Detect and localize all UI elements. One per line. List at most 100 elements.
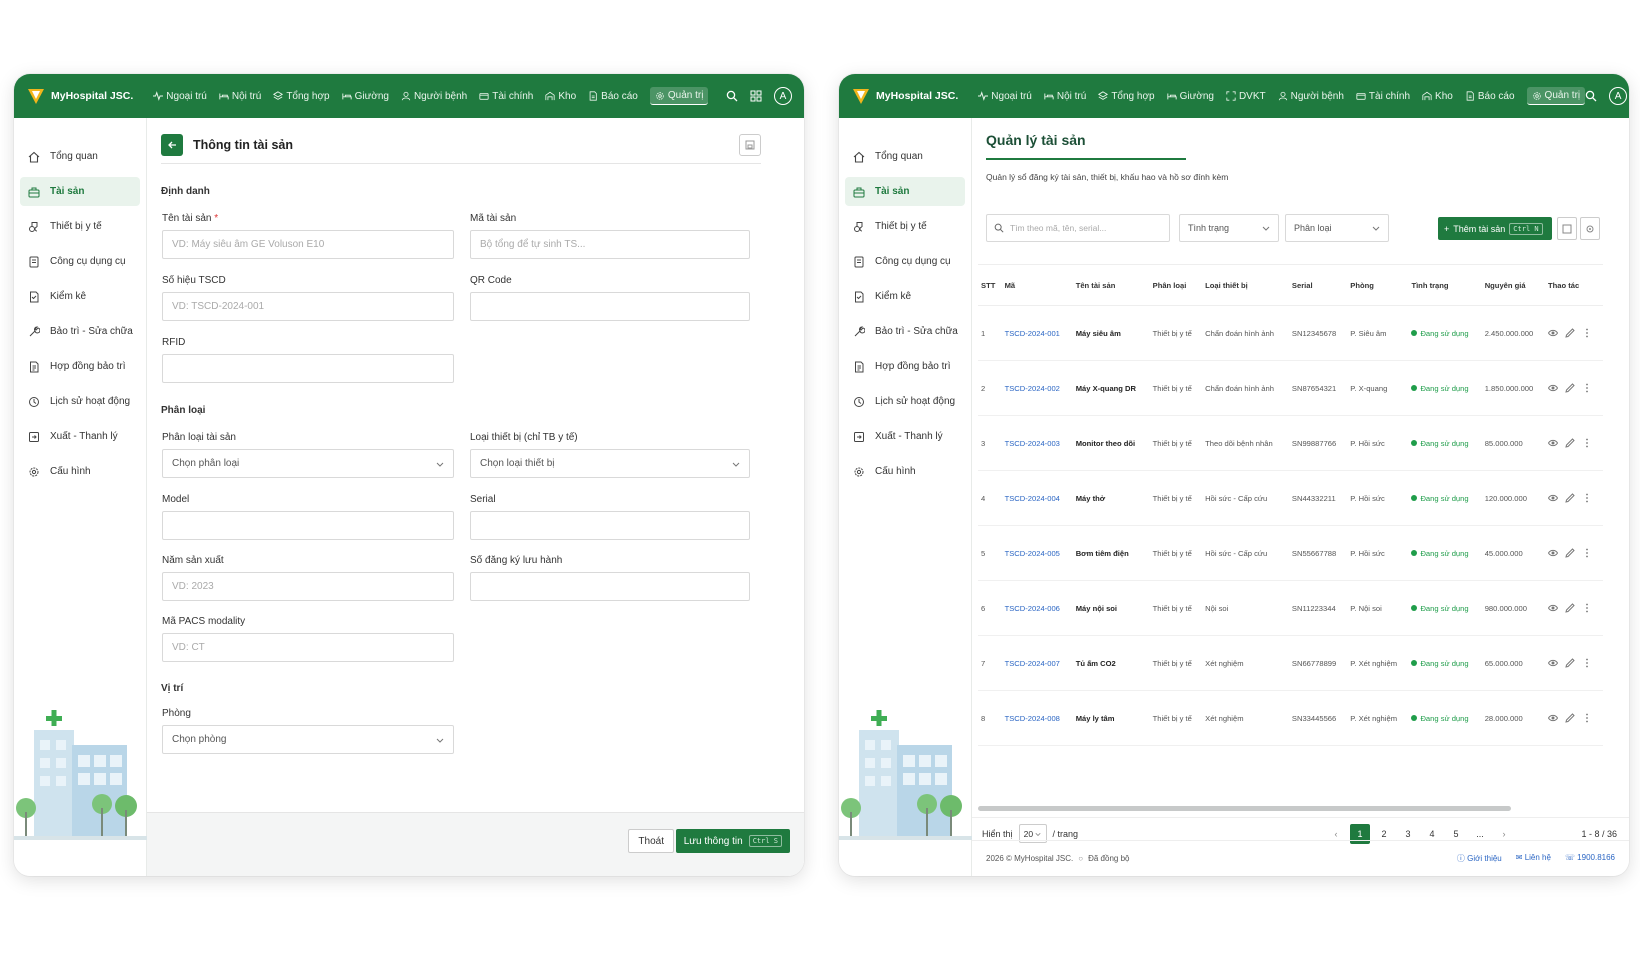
edit-pencil-icon[interactable] [1565, 603, 1575, 613]
status-filter[interactable]: Tình trạng [1179, 214, 1279, 242]
device-type-select[interactable]: Chọn loại thiết bị [470, 449, 750, 478]
sidebar-item[interactable]: Công cụ dụng cụ [845, 247, 965, 276]
sidebar-item[interactable]: Xuất - Thanh lý [20, 422, 140, 451]
sidebar-item[interactable]: Tổng quan [845, 142, 965, 171]
manufacture-year-input[interactable]: VD: 2023 [162, 572, 454, 601]
save-draft-button[interactable] [739, 134, 761, 156]
more-vertical-icon[interactable] [1582, 603, 1592, 613]
sidebar-item[interactable]: Hợp đồng bảo trì [20, 352, 140, 381]
class-filter[interactable]: Phân loại [1285, 214, 1389, 242]
sidebar-item[interactable]: Bảo trì - Sửa chữa [845, 317, 965, 346]
search-input[interactable]: Tìm theo mã, tên, serial... [986, 214, 1170, 242]
more-vertical-icon[interactable] [1582, 438, 1592, 448]
more-vertical-icon[interactable] [1582, 713, 1592, 723]
contact-link[interactable]: ✉ Liên hệ [1516, 853, 1551, 864]
table-row[interactable]: 7 TSCD-2024-007 Tủ ấm CO2 Thiết bị y tế Xét … [978, 635, 1603, 691]
asset-class-select[interactable]: Chọn phân loại [162, 449, 454, 478]
table-row[interactable]: 3 TSCD-2024-003 Monitor theo dõi Thiết bị y… [978, 415, 1603, 471]
column-header[interactable]: Loại thiết bị [1202, 264, 1289, 306]
model-input[interactable] [162, 511, 454, 540]
more-vertical-icon[interactable] [1582, 328, 1592, 338]
nav-item[interactable]: Báo cáo [1465, 91, 1515, 102]
view-eye-icon[interactable] [1547, 328, 1558, 338]
sidebar-item[interactable]: Lịch sử hoạt động [20, 387, 140, 416]
edit-pencil-icon[interactable] [1565, 383, 1575, 393]
qr-code-input[interactable] [470, 292, 750, 321]
nav-item[interactable]: Giường [1166, 91, 1214, 102]
column-header[interactable]: Nguyên giá [1481, 264, 1545, 306]
asset-name-input[interactable]: VD: Máy siêu âm GE Voluson E10 [162, 230, 454, 259]
avatar[interactable]: A [774, 87, 792, 105]
nav-item[interactable]: Giường [341, 91, 389, 102]
table-row[interactable]: 2 TSCD-2024-002 Máy X-quang DR Thiết bị y t… [978, 360, 1603, 416]
sidebar-item[interactable]: Lịch sử hoạt động [845, 387, 965, 416]
edit-pencil-icon[interactable] [1565, 548, 1575, 558]
sidebar-item[interactable]: Hợp đồng bảo trì [845, 352, 965, 381]
table-row[interactable]: 8 TSCD-2024-008 Máy ly tâm Thiết bị y tế Xét… [978, 690, 1603, 746]
nav-item[interactable]: Quản trị [1526, 87, 1586, 105]
nav-item[interactable]: Tổng hợp [1098, 91, 1155, 102]
save-button[interactable]: Lưu thông tin Ctrl S [675, 829, 790, 853]
column-header[interactable]: Tình trạng [1408, 264, 1482, 306]
edit-pencil-icon[interactable] [1565, 493, 1575, 503]
search-icon[interactable] [1585, 90, 1597, 102]
view-eye-icon[interactable] [1547, 493, 1558, 503]
more-vertical-icon[interactable] [1582, 383, 1592, 393]
nav-item[interactable]: Tổng hợp [273, 91, 330, 102]
table-row[interactable]: 5 TSCD-2024-005 Bơm tiêm điện Thiết bị y tế… [978, 525, 1603, 581]
sidebar-item[interactable]: Thiết bị y tế [845, 212, 965, 241]
search-icon[interactable] [726, 90, 738, 102]
view-eye-icon[interactable] [1547, 548, 1558, 558]
view-eye-icon[interactable] [1547, 603, 1558, 613]
nav-item[interactable]: Quản trị [649, 87, 709, 105]
nav-item[interactable]: Kho [1422, 91, 1453, 102]
settings-button[interactable] [1580, 217, 1600, 240]
sidebar-item[interactable]: Tài sản [845, 177, 965, 206]
view-eye-icon[interactable] [1547, 438, 1558, 448]
asset-code-link[interactable]: TSCD-2024-002 [1001, 360, 1073, 416]
nav-item[interactable]: Ngoại trú [153, 91, 207, 102]
nav-item[interactable]: Ngoại trú [978, 91, 1032, 102]
sidebar-item[interactable]: Cấu hình [845, 457, 965, 486]
more-vertical-icon[interactable] [1582, 548, 1592, 558]
more-vertical-icon[interactable] [1582, 493, 1592, 503]
column-header[interactable]: Thao tác [1544, 264, 1603, 306]
registration-input[interactable] [470, 572, 750, 601]
view-eye-icon[interactable] [1547, 658, 1558, 668]
nav-item[interactable]: Tài chính [1356, 91, 1410, 102]
asset-code-link[interactable]: TSCD-2024-005 [1001, 525, 1073, 581]
brand-logo[interactable]: MyHospital JSC. [26, 86, 133, 106]
nav-item[interactable]: Người bệnh [401, 91, 467, 102]
sidebar-item[interactable]: Tổng quan [20, 142, 140, 171]
asset-code-link[interactable]: TSCD-2024-008 [1001, 690, 1073, 746]
nav-item[interactable]: DVKT [1226, 91, 1266, 102]
more-vertical-icon[interactable] [1582, 658, 1592, 668]
asset-code-link[interactable]: TSCD-2024-003 [1001, 415, 1073, 471]
pacs-input[interactable]: VD: CT [162, 633, 454, 662]
column-header[interactable]: STT [978, 264, 1002, 306]
nav-item[interactable]: Nội trú [1044, 91, 1086, 102]
column-header[interactable]: Tên tài sản [1072, 264, 1150, 306]
edit-pencil-icon[interactable] [1565, 658, 1575, 668]
rfid-input[interactable] [162, 354, 454, 383]
nav-item[interactable]: Báo cáo [588, 91, 638, 102]
room-select[interactable]: Chọn phòng [162, 725, 454, 754]
column-header[interactable]: Phòng [1347, 264, 1409, 306]
asset-code-link[interactable]: TSCD-2024-006 [1001, 580, 1073, 636]
asset-code-input[interactable]: Bộ tổng để tự sinh TS... [470, 230, 750, 259]
view-eye-icon[interactable] [1547, 383, 1558, 393]
sidebar-item[interactable]: Bảo trì - Sửa chữa [20, 317, 140, 346]
brand-logo[interactable]: MyHospital JSC. [851, 86, 958, 106]
table-row[interactable]: 6 TSCD-2024-006 Máy nội soi Thiết bị y tế Nộ… [978, 580, 1603, 636]
column-header[interactable]: Phân loại [1149, 264, 1203, 306]
column-header[interactable]: Serial [1288, 264, 1348, 306]
exit-button[interactable]: Thoát [628, 829, 674, 853]
table-row[interactable]: 1 TSCD-2024-001 Máy siêu âm Thiết bị y tế Ch… [978, 305, 1603, 361]
horizontal-scrollbar[interactable] [978, 806, 1511, 811]
phone-link[interactable]: ☏ 1900.8166 [1565, 853, 1615, 864]
asset-code-link[interactable]: TSCD-2024-004 [1001, 470, 1073, 526]
add-asset-button[interactable]: + Thêm tài sản Ctrl N [1438, 217, 1552, 240]
asset-code-link[interactable]: TSCD-2024-001 [1001, 305, 1073, 361]
nav-item[interactable]: Nội trú [219, 91, 261, 102]
serial-input[interactable] [470, 511, 750, 540]
